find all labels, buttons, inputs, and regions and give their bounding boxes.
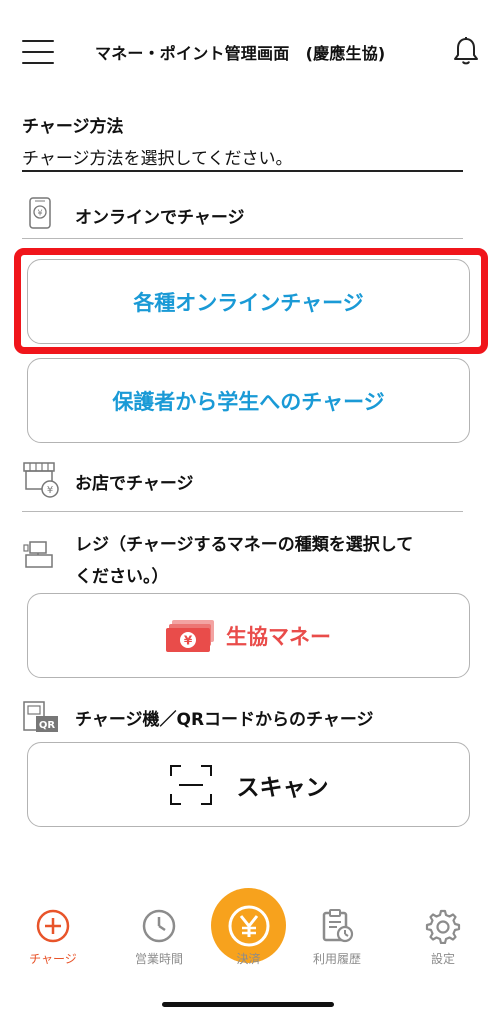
machine-qr-label: チャージ機／QRコードからのチャージ — [75, 710, 374, 730]
qr-machine-icon: QR — [23, 701, 58, 732]
plus-circle-icon — [36, 909, 70, 943]
scan-label: スキャン — [236, 774, 329, 801]
store-yen-icon: ¥ — [23, 462, 59, 498]
tab-charge[interactable]: チャージ — [8, 908, 98, 967]
tab-history-label: 利用履歴 — [312, 952, 361, 966]
scan-button[interactable]: スキャン — [27, 742, 470, 827]
tab-settings[interactable]: 設定 — [398, 908, 488, 967]
tab-business-hours[interactable]: 営業時間 — [114, 908, 204, 967]
section-subtitle: チャージ方法を選択してください。 — [22, 149, 293, 169]
tab-settings-label: 設定 — [430, 952, 455, 966]
coop-money-button[interactable]: ¥ 生協マネー — [27, 593, 470, 678]
clock-icon — [142, 909, 176, 943]
section-divider — [22, 170, 463, 172]
store-divider — [22, 511, 463, 512]
phone-yen-icon: ¥ — [29, 197, 51, 229]
bell-icon[interactable] — [452, 36, 480, 66]
svg-text:QR: QR — [39, 720, 56, 731]
highlight-frame — [14, 248, 488, 354]
tab-business-hours-label: 営業時間 — [134, 952, 183, 966]
section-title: チャージ方法 — [22, 117, 124, 137]
store-charge-label: お店でチャージ — [75, 474, 194, 494]
register-label-line1: レジ（チャージするマネーの種類を選択して — [75, 535, 414, 555]
register-label-line2: ください。） — [75, 567, 169, 587]
gear-icon — [425, 909, 461, 944]
svg-text:¥: ¥ — [37, 209, 42, 218]
online-charge-label: オンラインでチャージ — [75, 208, 245, 228]
tab-charge-label: チャージ — [29, 952, 77, 966]
scan-frame-icon — [169, 764, 212, 805]
page-title: マネー・ポイント管理画面 (慶應生協) — [95, 44, 386, 63]
guardian-charge-button[interactable]: 保護者から学生へのチャージ — [27, 358, 470, 443]
money-bill-icon: ¥ — [166, 619, 214, 652]
register-icon — [23, 541, 53, 568]
tab-pay-label: 決済 — [236, 952, 261, 966]
home-indicator — [162, 1002, 334, 1007]
online-divider — [22, 238, 463, 239]
tab-history[interactable]: 利用履歴 — [292, 908, 382, 967]
app-header: マネー・ポイント管理画面 (慶應生協) — [0, 20, 497, 80]
clipboard-clock-icon — [322, 909, 354, 943]
yen-circle-icon — [228, 905, 269, 946]
bottom-tab-bar: チャージ 営業時間 決済 利用履歴 設定 — [0, 880, 497, 990]
svg-text:¥: ¥ — [184, 633, 193, 647]
svg-text:¥: ¥ — [47, 485, 53, 496]
hamburger-menu-icon[interactable] — [22, 40, 54, 64]
coop-money-label: 生協マネー — [226, 624, 331, 649]
